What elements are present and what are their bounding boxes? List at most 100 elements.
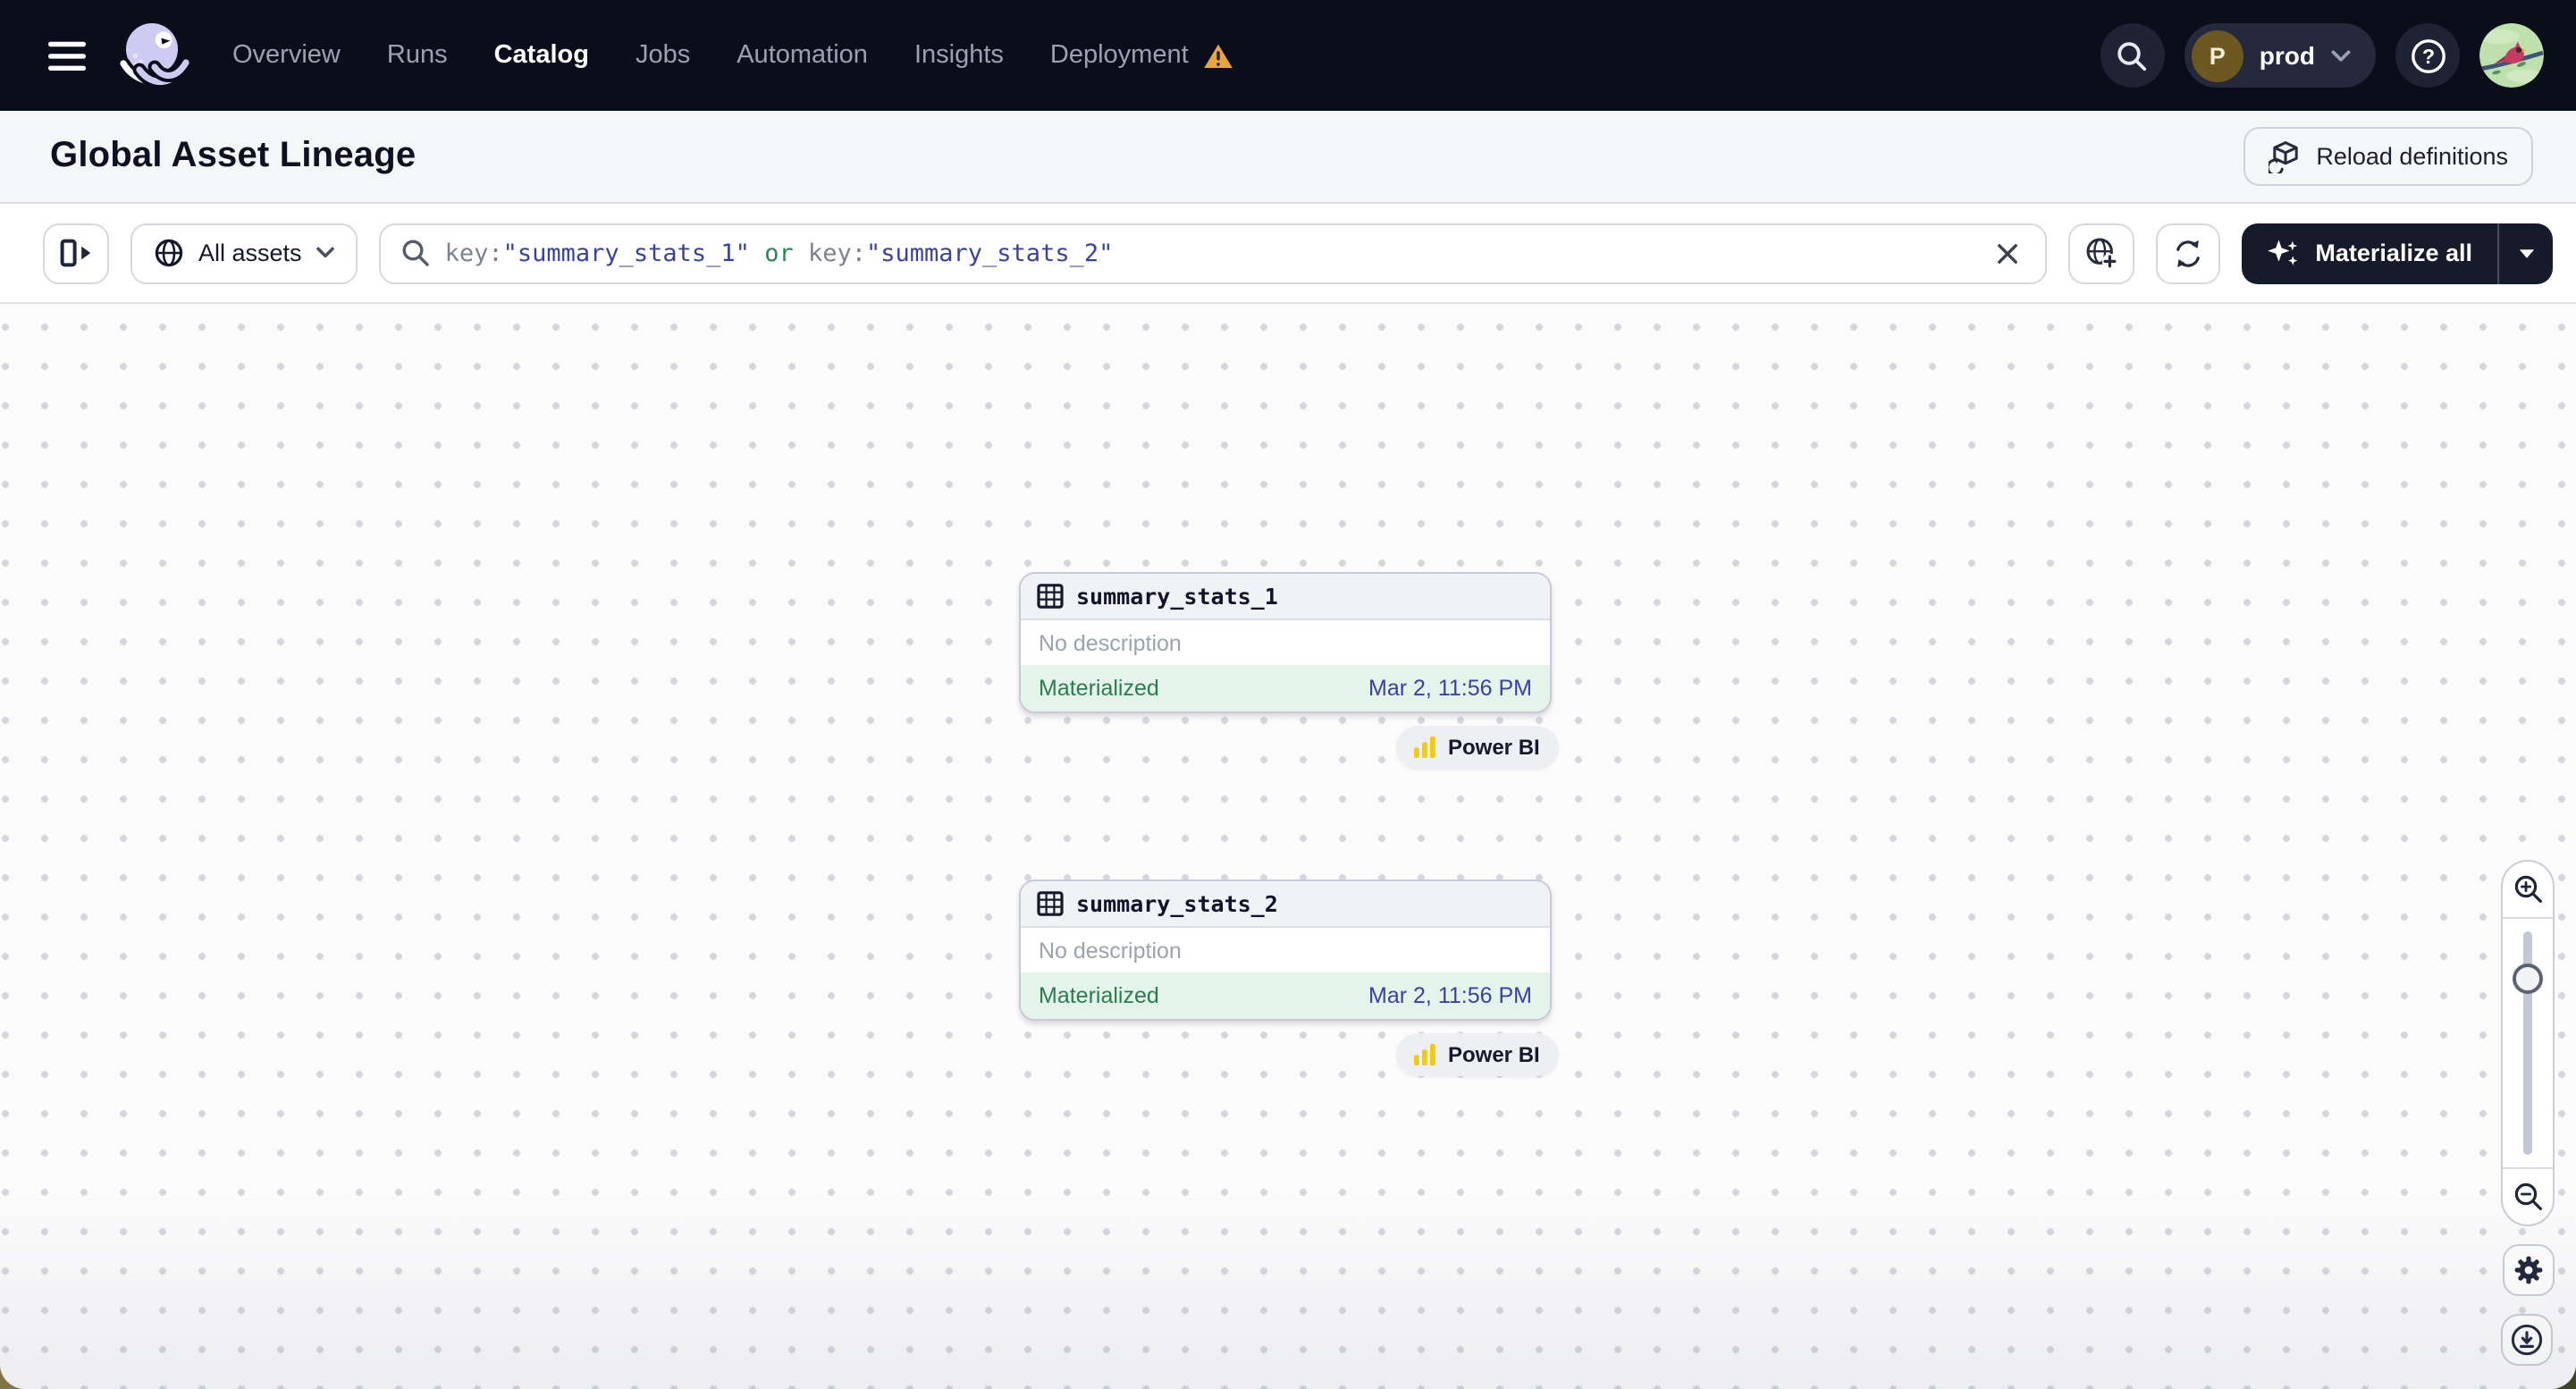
close-icon [1995, 240, 2020, 265]
reload-definitions-button[interactable]: Reload definitions [2243, 127, 2533, 186]
view-global-graph-button[interactable] [2068, 223, 2135, 283]
zoom-slider-knob[interactable] [2513, 964, 2543, 994]
table-icon [1037, 583, 1064, 610]
avatar-bird-image [2479, 23, 2544, 88]
zoom-controls [2501, 860, 2555, 1226]
open-sidebar-button[interactable] [43, 223, 109, 283]
nav-item-label: Jobs [635, 41, 691, 70]
materialize-all-label: Materialize all [2315, 240, 2472, 266]
materialized-status: Materialized [1039, 676, 1159, 701]
search-icon [400, 238, 431, 268]
top-nav: Overview Runs Catalog Jobs Automation In… [0, 0, 2576, 111]
asset-node-summary-stats-1[interactable]: summary_stats_1 No description Materiali… [1019, 572, 1552, 713]
nav-item-deployment[interactable]: Deployment [1050, 41, 1233, 70]
materialize-all-split-button: Materialize all [2242, 223, 2553, 283]
asset-search-input[interactable]: key:"summary_stats_1" or key:"summary_st… [378, 223, 2048, 283]
search-query-text: key:"summary_stats_1" or key:"summary_st… [445, 239, 1974, 267]
materialization-timestamp[interactable]: Mar 2, 11:56 PM [1368, 983, 1532, 1008]
refresh-graph-button[interactable] [2156, 223, 2221, 283]
nav-item-automation[interactable]: Automation [737, 41, 868, 70]
hamburger-icon [47, 40, 85, 71]
graph-settings-button[interactable] [2503, 1244, 2555, 1296]
zoom-out-button[interactable] [2503, 1167, 2553, 1225]
powerbi-tag-label: Power BI [1448, 1042, 1540, 1067]
nav-item-label: Runs [386, 41, 448, 70]
primary-nav-links: Overview Runs Catalog Jobs Automation In… [232, 41, 1233, 70]
global-search-button[interactable] [2100, 23, 2165, 88]
nav-item-label: Deployment [1049, 41, 1189, 70]
materialized-status: Materialized [1039, 983, 1159, 1008]
svg-text:?: ? [2421, 44, 2434, 67]
asset-name: summary_stats_1 [1076, 583, 1278, 610]
deployment-switcher[interactable]: P prod [2184, 23, 2376, 88]
lineage-toolbar: All assets key:"summary_stats_1" or key:… [0, 204, 2576, 304]
chevron-down-icon [2518, 248, 2534, 258]
search-token: or [749, 239, 808, 267]
nav-item-catalog[interactable]: Catalog [494, 41, 589, 70]
materialize-options-button[interactable] [2497, 223, 2553, 283]
globe-icon [154, 238, 184, 268]
help-icon: ? [2409, 37, 2446, 74]
powerbi-icon [1412, 735, 1437, 760]
clear-search-button[interactable] [1988, 233, 2027, 273]
zoom-slider[interactable] [2503, 919, 2553, 1167]
powerbi-tag-label: Power BI [1448, 735, 1540, 760]
nav-item-jobs[interactable]: Jobs [636, 41, 690, 70]
nav-item-insights[interactable]: Insights [914, 41, 1004, 70]
materialize-all-button[interactable]: Materialize all [2242, 223, 2497, 283]
asset-description: No description [1039, 630, 1182, 655]
zoom-out-icon [2513, 1182, 2543, 1212]
deployment-initial-badge: P [2191, 29, 2243, 81]
asset-node-summary-stats-2[interactable]: summary_stats_2 No description Materiali… [1019, 880, 1552, 1021]
app-window: Overview Runs Catalog Jobs Automation In… [0, 0, 2576, 1389]
help-button[interactable]: ? [2395, 23, 2460, 88]
canvas-bottom-shade [0, 1192, 2576, 1389]
zoom-in-button[interactable] [2503, 862, 2553, 919]
powerbi-tag-badge[interactable]: Power BI [1396, 1033, 1560, 1076]
asset-node-status-row: Materialized Mar 2, 11:56 PM [1021, 972, 1550, 1019]
search-token: key: [444, 239, 503, 267]
warning-triangle-icon [1203, 42, 1233, 69]
asset-scope-dropdown[interactable]: All assets [130, 223, 358, 283]
user-avatar[interactable] [2479, 23, 2544, 88]
page-title: Global Asset Lineage [50, 136, 417, 175]
asset-node-body: No description [1021, 620, 1550, 665]
nav-item-runs[interactable]: Runs [387, 41, 448, 70]
nav-item-overview[interactable]: Overview [232, 41, 341, 70]
dagster-logo-icon[interactable] [118, 20, 189, 91]
panel-expand-icon [59, 238, 93, 268]
powerbi-tag-badge[interactable]: Power BI [1396, 726, 1560, 769]
asset-node-status-row: Materialized Mar 2, 11:56 PM [1021, 665, 1550, 711]
search-token: key: [807, 239, 866, 267]
lineage-canvas[interactable]: summary_stats_1 No description Materiali… [0, 304, 2576, 1389]
globe-add-icon [2084, 236, 2118, 270]
chevron-down-icon [2331, 49, 2351, 62]
sparkles-icon [2267, 238, 2299, 268]
zoom-in-icon [2513, 874, 2543, 905]
search-token: "summary_stats_1" [502, 239, 750, 267]
nav-right-cluster: P prod ? [2100, 23, 2544, 88]
search-token: "summary_stats_2" [866, 239, 1114, 267]
refresh-icon [2172, 237, 2204, 269]
nav-item-label: Catalog [493, 41, 589, 70]
nav-item-label: Overview [232, 41, 341, 70]
asset-node-header: summary_stats_1 [1021, 574, 1550, 620]
asset-scope-label: All assets [198, 240, 302, 266]
reload-definitions-icon [2268, 139, 2302, 173]
asset-node-header: summary_stats_2 [1021, 881, 1550, 928]
nav-item-label: Insights [913, 41, 1004, 70]
download-icon [2510, 1323, 2544, 1357]
deployment-name: prod [2259, 41, 2315, 70]
hamburger-menu-button[interactable] [39, 29, 93, 82]
table-icon [1037, 890, 1064, 917]
asset-name: summary_stats_2 [1076, 890, 1278, 917]
asset-node-body: No description [1021, 928, 1550, 972]
chevron-down-icon [316, 247, 334, 259]
download-graph-button[interactable] [2501, 1314, 2553, 1366]
gear-icon [2513, 1255, 2544, 1285]
nav-item-label: Automation [737, 41, 868, 70]
search-icon [2116, 38, 2150, 72]
materialization-timestamp[interactable]: Mar 2, 11:56 PM [1368, 676, 1532, 701]
powerbi-icon [1412, 1042, 1437, 1067]
asset-description: No description [1039, 938, 1182, 963]
